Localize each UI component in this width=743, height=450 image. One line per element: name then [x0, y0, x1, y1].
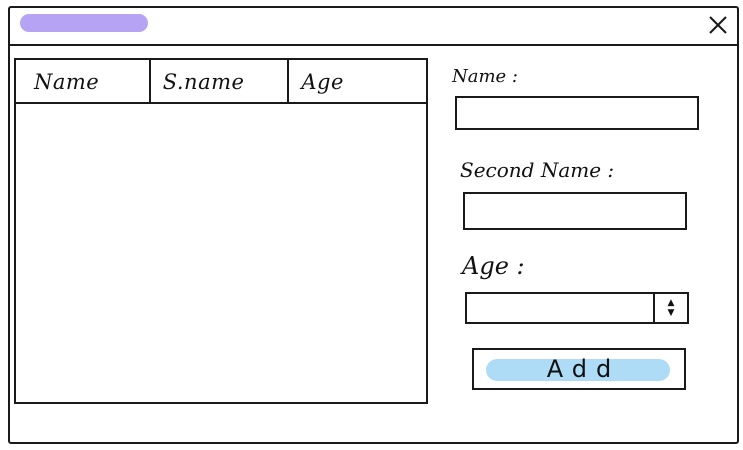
column-header-second-name[interactable]: S.name: [151, 60, 290, 104]
spinner-arrows: ▲ ▼: [653, 294, 687, 322]
name-label: Name :: [452, 66, 518, 87]
age-spinner: ▲ ▼: [465, 292, 689, 324]
close-icon[interactable]: [707, 14, 729, 36]
second-name-label: Second Name :: [460, 158, 615, 182]
table-header: Name S.name Age: [16, 60, 426, 104]
second-name-input[interactable]: [463, 192, 687, 230]
arrow-up-icon[interactable]: ▲: [668, 298, 675, 308]
column-header-age[interactable]: Age: [289, 60, 426, 104]
column-header-name[interactable]: Name: [16, 60, 151, 104]
add-button[interactable]: Add: [472, 348, 686, 390]
people-table: Name S.name Age: [14, 58, 428, 404]
arrow-down-icon[interactable]: ▼: [668, 308, 675, 318]
add-button-label: Add: [546, 355, 621, 383]
title-bar: [10, 8, 737, 46]
name-input[interactable]: [455, 96, 699, 130]
window-title-highlight: [20, 14, 148, 32]
age-input[interactable]: [467, 294, 653, 322]
age-label: Age :: [462, 252, 525, 280]
table-body[interactable]: [16, 104, 426, 402]
